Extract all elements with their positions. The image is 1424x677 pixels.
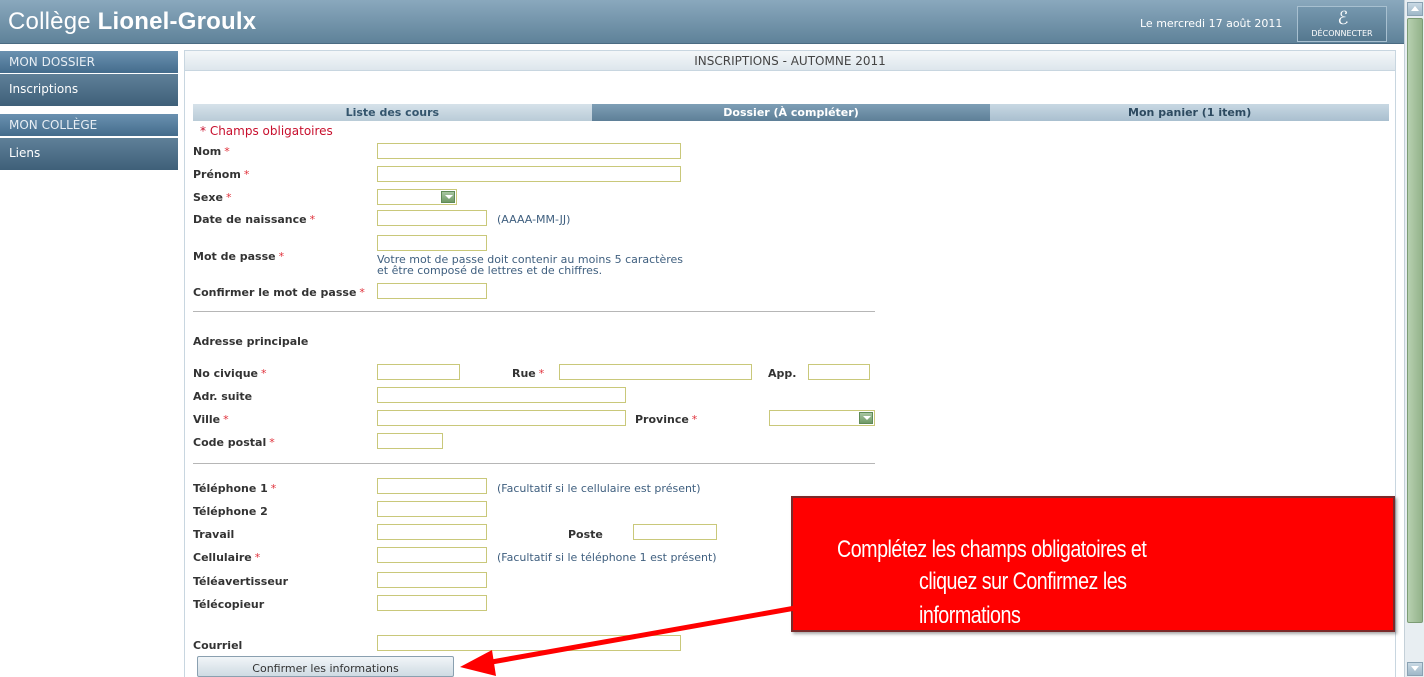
divider	[193, 463, 875, 464]
logout-button[interactable]: ℰ DÉCONNECTER	[1297, 6, 1387, 42]
telecopieur-input[interactable]	[377, 595, 487, 611]
travail-label: Travail	[193, 528, 235, 541]
current-date: Le mercredi 17 août 2011	[1140, 17, 1283, 30]
confirmer-mdp-label: Confirmer le mot de passe *	[193, 286, 365, 299]
no-civique-label: No civique *	[193, 367, 267, 380]
telephone1-hint: (Facultatif si le cellulaire est présent…	[497, 482, 701, 495]
adr-suite-label: Adr. suite	[193, 390, 253, 403]
sidebar-item-inscriptions[interactable]: Inscriptions	[0, 74, 178, 106]
rue-label: Rue *	[512, 367, 545, 380]
sexe-select[interactable]	[377, 189, 457, 205]
scroll-up-icon[interactable]	[1407, 2, 1423, 16]
app-input[interactable]	[808, 364, 870, 380]
date-format-hint: (AAAA-MM-JJ)	[497, 213, 571, 226]
prenom-label: Prénom *	[193, 168, 250, 181]
travail-input[interactable]	[377, 524, 487, 540]
telephone1-label: Téléphone 1 *	[193, 482, 277, 495]
adr-suite-input[interactable]	[377, 387, 626, 403]
courriel-label: Courriel	[193, 639, 243, 652]
adresse-principale-heading: Adresse principale	[193, 335, 309, 348]
tab-liste-des-cours[interactable]: Liste des cours	[193, 104, 592, 121]
required-fields-note: * Champs obligatoires	[200, 124, 333, 138]
ville-label: Ville *	[193, 413, 229, 426]
confirmer-mdp-input[interactable]	[377, 283, 487, 299]
sidebar-item-liens[interactable]: Liens	[0, 138, 178, 170]
telephone1-input[interactable]	[377, 478, 487, 494]
cellulaire-hint: (Facultatif si le téléphone 1 est présen…	[497, 551, 717, 564]
province-label: Province *	[635, 413, 698, 426]
mot-de-passe-label: Mot de passe *	[193, 250, 285, 263]
divider	[193, 311, 875, 312]
nom-label: Nom *	[193, 145, 230, 158]
rue-input[interactable]	[559, 364, 752, 380]
script-e-icon: ℰ	[1337, 8, 1349, 29]
scroll-thumb[interactable]	[1407, 18, 1423, 623]
logout-label: DÉCONNECTER	[1311, 29, 1373, 38]
telecopieur-label: Télécopieur	[193, 598, 265, 611]
teleavertisseur-label: Téléavertisseur	[193, 575, 289, 588]
poste-input[interactable]	[633, 524, 717, 540]
mot-de-passe-input[interactable]	[377, 235, 487, 251]
sidebar-section-mon-dossier: MON DOSSIER	[0, 51, 178, 73]
cellulaire-label: Cellulaire *	[193, 551, 261, 564]
sidebar-section-mon-college: MON COLLÈGE	[0, 114, 178, 136]
confirm-informations-button[interactable]: Confirmer les informations	[197, 656, 454, 677]
poste-label: Poste	[568, 528, 603, 541]
province-select[interactable]	[769, 410, 875, 426]
code-postal-input[interactable]	[377, 433, 443, 449]
app-label: App.	[768, 367, 797, 380]
app-header: Collège Lionel-Groulx Le mercredi 17 aoû…	[0, 0, 1404, 44]
password-hint-line2: et être composé de lettres et de chiffre…	[377, 264, 603, 277]
cellulaire-input[interactable]	[377, 547, 487, 563]
telephone2-label: Téléphone 2	[193, 505, 268, 518]
college-logo[interactable]: Collège Lionel-Groulx	[8, 8, 256, 36]
telephone2-input[interactable]	[377, 501, 487, 517]
tab-mon-panier[interactable]: Mon panier (1 item)	[990, 104, 1390, 121]
page-title: INSCRIPTIONS - AUTOMNE 2011	[185, 51, 1395, 71]
vertical-scrollbar[interactable]	[1404, 0, 1424, 677]
callout-line1: Complétez les champs obligatoires et	[837, 536, 1147, 563]
chevron-down-icon	[859, 412, 873, 424]
ville-input[interactable]	[377, 410, 626, 426]
prenom-input[interactable]	[377, 166, 681, 182]
date-naissance-input[interactable]	[377, 210, 487, 226]
teleavertisseur-input[interactable]	[377, 572, 487, 588]
tab-dossier[interactable]: Dossier (À compléter)	[591, 104, 991, 121]
callout-line2: cliquez sur Confirmez les	[919, 568, 1127, 595]
instruction-callout: Complétez les champs obligatoires et cli…	[791, 496, 1395, 632]
no-civique-input[interactable]	[377, 364, 460, 380]
chevron-down-icon	[441, 191, 455, 203]
date-naissance-label: Date de naissance *	[193, 213, 316, 226]
nom-input[interactable]	[377, 143, 681, 159]
courriel-input[interactable]	[377, 635, 681, 651]
sexe-label: Sexe *	[193, 191, 232, 204]
scroll-down-icon[interactable]	[1407, 662, 1423, 676]
tab-bar: Liste des cours Dossier (À compléter) Mo…	[193, 104, 1390, 121]
code-postal-label: Code postal *	[193, 436, 275, 449]
callout-line3: informations	[919, 602, 1021, 629]
